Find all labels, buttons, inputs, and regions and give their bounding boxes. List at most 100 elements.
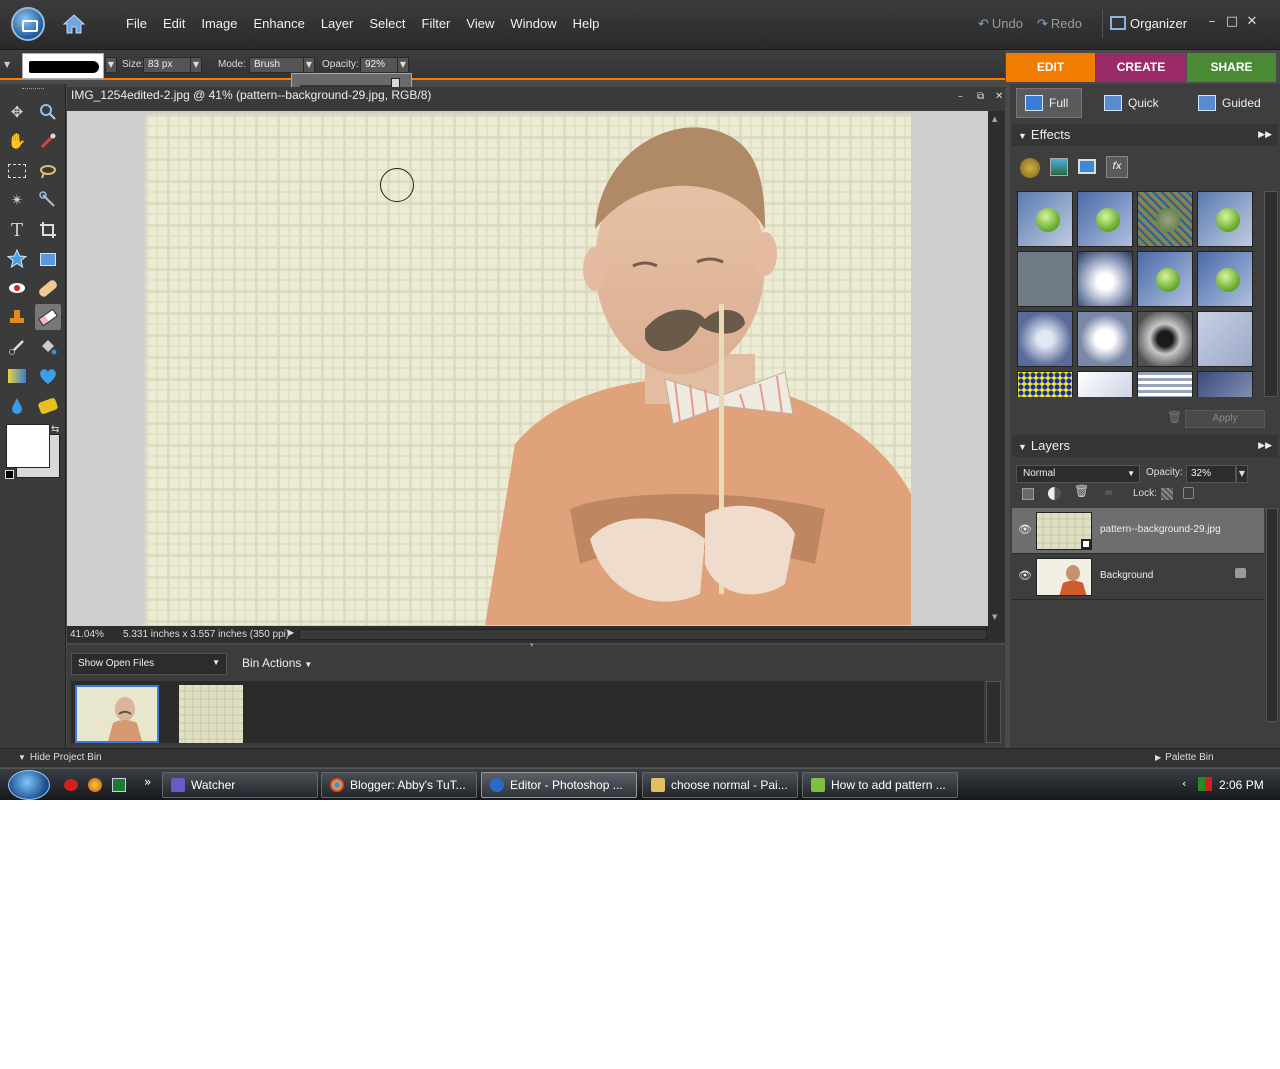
move-tool-icon[interactable]: ✥	[4, 99, 30, 125]
delete-layer-icon[interactable]: 🗑	[1074, 484, 1089, 498]
photo-effects-icon[interactable]	[1078, 159, 1096, 174]
eraser-tool-icon[interactable]	[35, 304, 61, 330]
tab-full[interactable]: Full	[1016, 88, 1082, 118]
effect-thumbnail[interactable]	[1017, 191, 1073, 247]
undo-button[interactable]: ↶ Undo	[978, 16, 1023, 32]
start-button[interactable]	[8, 770, 50, 800]
canvas-vertical-scrollbar[interactable]: ▲ ▼	[988, 111, 1005, 626]
canvas-horizontal-scrollbar[interactable]	[299, 629, 987, 640]
panel-menu-icon[interactable]: ▶▶	[1258, 440, 1272, 451]
layer-row-background[interactable]: 👁 Background	[1012, 554, 1264, 600]
layer-styles-icon[interactable]	[1050, 158, 1068, 176]
tab-guided[interactable]: Guided	[1190, 88, 1278, 118]
menu-enhance[interactable]: Enhance	[246, 16, 313, 31]
taskbar-button-blogger[interactable]: Blogger: Abby's TuT...	[321, 772, 477, 798]
lock-transparency-icon[interactable]	[1161, 488, 1173, 500]
document-image[interactable]	[145, 114, 911, 625]
cookie-cutter-tool-icon[interactable]	[4, 246, 30, 272]
taskbar-button-photoshop[interactable]: Editor - Photoshop ...	[481, 772, 637, 798]
hide-project-bin-button[interactable]: ▼ Hide Project Bin	[18, 752, 102, 763]
blur-tool-icon[interactable]	[4, 393, 30, 419]
filters-icon[interactable]	[1020, 158, 1040, 178]
red-eye-tool-icon[interactable]	[4, 275, 30, 301]
eye-icon[interactable]: 👁	[1018, 523, 1032, 536]
menu-help[interactable]: Help	[565, 16, 608, 31]
hand-tool-icon[interactable]: ✋	[4, 128, 30, 154]
brush-preview[interactable]	[22, 53, 104, 79]
palette-bin-button[interactable]: ▶ Palette Bin	[1155, 752, 1214, 763]
effect-thumbnail[interactable]	[1017, 371, 1073, 397]
effect-thumbnail[interactable]	[1017, 311, 1073, 367]
tab-create[interactable]: CREATE	[1096, 53, 1186, 82]
straighten-tool-icon[interactable]	[35, 246, 61, 272]
layer-opacity-field[interactable]: 32%	[1186, 465, 1236, 483]
bin-scrollbar[interactable]	[986, 681, 1001, 743]
doc-minimize-icon[interactable]: –	[958, 91, 963, 102]
organizer-button[interactable]: Organizer	[1110, 16, 1187, 31]
menu-edit[interactable]: Edit	[155, 16, 193, 31]
taskbar-button-paint[interactable]: choose normal - Pai...	[642, 772, 798, 798]
redo-button[interactable]: ↷ Redo	[1037, 16, 1082, 32]
home-icon[interactable]	[60, 10, 88, 38]
healing-brush-tool-icon[interactable]	[35, 275, 61, 301]
effect-thumbnail[interactable]	[1077, 311, 1133, 367]
lasso-tool-icon[interactable]	[35, 158, 61, 184]
menu-file[interactable]: File	[118, 16, 155, 31]
status-menu-arrow-icon[interactable]: ▶	[288, 628, 294, 637]
size-field[interactable]: 83 px	[143, 57, 191, 73]
effect-thumbnail[interactable]	[1197, 251, 1253, 307]
adjustment-layer-icon[interactable]	[1048, 487, 1061, 500]
effect-thumbnail[interactable]	[1077, 371, 1133, 397]
menu-select[interactable]: Select	[361, 16, 413, 31]
brush-tool-icon[interactable]	[4, 334, 30, 360]
clock[interactable]: 2:06 PM	[1219, 778, 1264, 792]
effects-scrollbar[interactable]	[1264, 191, 1278, 397]
zoom-tool-icon[interactable]	[35, 99, 61, 125]
sponge-tool-icon[interactable]	[35, 393, 61, 419]
quicklaunch-more-icon[interactable]: »	[144, 775, 151, 789]
brush-dropdown-icon[interactable]: ▼	[105, 57, 117, 73]
tab-share[interactable]: SHARE	[1187, 53, 1276, 82]
custom-shape-tool-icon[interactable]	[35, 363, 61, 389]
quick-selection-tool-icon[interactable]	[35, 187, 61, 213]
maximize-icon[interactable]: □	[1224, 14, 1240, 29]
layers-scrollbar[interactable]	[1266, 508, 1278, 722]
doc-close-icon[interactable]: ✕	[995, 91, 1003, 102]
type-tool-icon[interactable]: T	[4, 217, 30, 243]
bin-thumbnail-photo[interactable]	[75, 685, 159, 743]
effect-thumbnail[interactable]	[1017, 251, 1073, 307]
effect-thumbnail[interactable]	[1137, 311, 1193, 367]
magic-wand-tool-icon[interactable]: ✴	[4, 187, 30, 213]
collapse-bin-grip-icon[interactable]: ▾	[530, 641, 534, 649]
new-layer-icon[interactable]	[1022, 488, 1034, 500]
effect-thumbnail[interactable]	[1137, 191, 1193, 247]
apply-button[interactable]: Apply	[1185, 410, 1265, 428]
menu-image[interactable]: Image	[193, 16, 245, 31]
taskbar-button-watcher[interactable]: Watcher	[162, 772, 318, 798]
toolbox-grip[interactable]	[22, 88, 44, 90]
quicklaunch-excel-icon[interactable]	[112, 778, 126, 792]
crop-tool-icon[interactable]	[35, 217, 61, 243]
opacity-dropdown-icon[interactable]: ▼	[397, 57, 409, 73]
tab-quick[interactable]: Quick	[1096, 88, 1186, 118]
effect-thumbnail[interactable]	[1077, 191, 1133, 247]
gradient-tool-icon[interactable]	[4, 363, 30, 389]
paint-bucket-tool-icon[interactable]	[35, 334, 61, 360]
trash-icon[interactable]: 🗑	[1167, 410, 1182, 424]
layer-row-pattern[interactable]: 👁 pattern--background-29.jpg	[1012, 508, 1264, 554]
layers-panel-header[interactable]: ▼ Layers ▶▶	[1012, 435, 1278, 457]
effects-panel-header[interactable]: ▼ Effects ▶▶	[1012, 124, 1278, 146]
opacity-dropdown-icon[interactable]: ▼	[1236, 465, 1248, 483]
eye-icon[interactable]: 👁	[1018, 569, 1032, 582]
taskbar-button-notepad[interactable]: How to add pattern ...	[802, 772, 958, 798]
quicklaunch-app-icon[interactable]	[64, 779, 78, 791]
bin-thumbnail-pattern[interactable]	[179, 685, 243, 743]
effect-thumbnail[interactable]	[1197, 371, 1253, 397]
mode-dropdown-icon[interactable]: ▼	[303, 57, 315, 73]
lock-all-icon[interactable]	[1183, 487, 1194, 499]
bin-actions-menu[interactable]: Bin Actions ▼	[242, 656, 312, 670]
tab-edit[interactable]: EDIT	[1006, 53, 1095, 82]
zoom-level[interactable]: 41.04%	[70, 629, 104, 640]
foreground-color-swatch[interactable]	[6, 424, 50, 468]
link-layers-icon[interactable]: ∞	[1104, 486, 1113, 499]
